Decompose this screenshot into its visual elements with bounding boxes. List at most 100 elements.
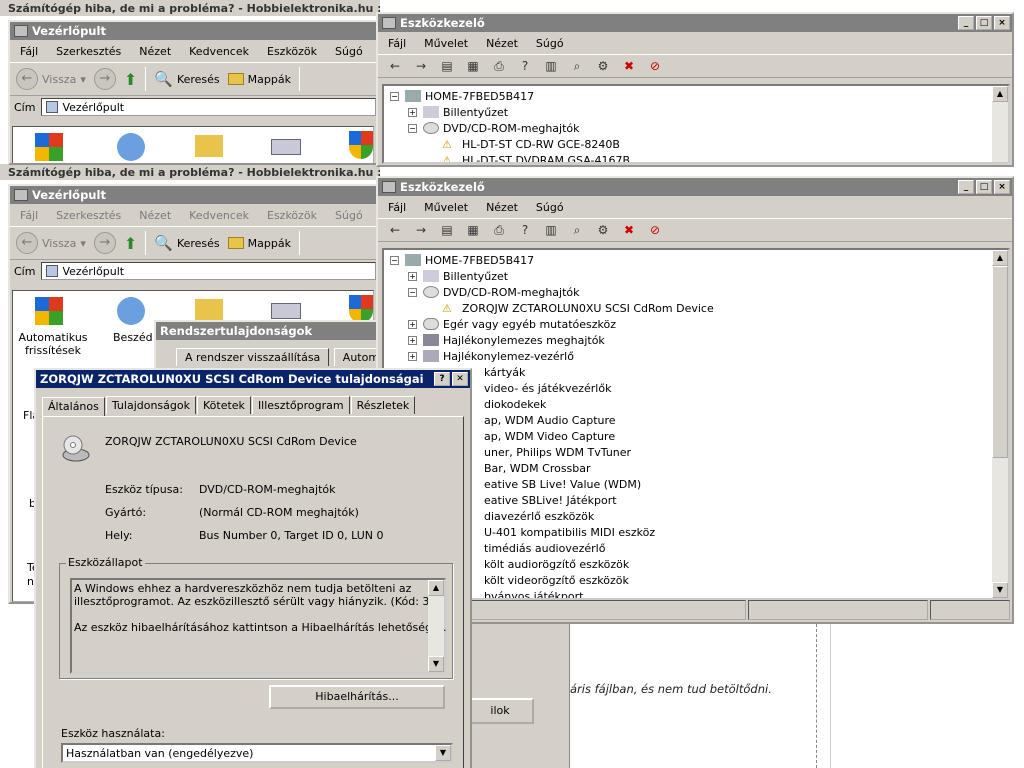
tab-driver[interactable]: Illesztőprogram [251, 396, 350, 414]
keyboard-icon[interactable] [271, 139, 301, 155]
disable-icon[interactable]: ⊘ [644, 57, 666, 75]
scan-hardware-icon[interactable]: ⌕ [566, 221, 588, 239]
menu-file[interactable]: Fájl [388, 37, 406, 50]
tree-item-midi[interactable]: U-401 kompatibilis MIDI eszköz [390, 524, 1008, 540]
tree-item-dvd[interactable]: − DVD/CD-ROM-meghajtók [390, 284, 1008, 300]
folders-button[interactable]: Mappák [248, 237, 291, 250]
windows-update-icon[interactable] [35, 297, 63, 325]
up-folder-icon[interactable]: ⬆ [124, 70, 137, 89]
tree-item-video-game[interactable]: video- és játékvezérlők [390, 380, 1008, 396]
menu-view[interactable]: Nézet [486, 201, 518, 214]
back-arrow-icon[interactable]: ← [16, 68, 38, 90]
forward-arrow-icon[interactable]: → [410, 221, 432, 239]
troubleshoot-button[interactable]: Hibaelhárítás... [269, 685, 445, 709]
menu-tools[interactable]: Eszközök [267, 209, 317, 222]
tab-details[interactable]: Részletek [350, 396, 416, 414]
maximize-button[interactable]: □ [976, 16, 992, 30]
device-usage-select[interactable]: Használatban van (engedélyezve) ▼ [61, 743, 453, 763]
print-icon[interactable]: ⎙ [488, 221, 510, 239]
windows-update-icon[interactable] [35, 133, 63, 161]
menu-file[interactable]: Fájl [20, 209, 38, 222]
view-icon[interactable]: ▥ [540, 57, 562, 75]
back-arrow-icon[interactable]: ← [384, 57, 406, 75]
tree-item-crossbar[interactable]: Bar, WDM Crossbar [390, 460, 1008, 476]
close-button[interactable]: × [994, 16, 1010, 30]
tree-item-std-gameport[interactable]: bványos játékport [390, 588, 1008, 599]
menu-help[interactable]: Súgó [335, 209, 363, 222]
close-button[interactable]: × [994, 180, 1010, 194]
maximize-button[interactable]: □ [976, 180, 992, 194]
speech-label[interactable]: Beszéd [113, 331, 153, 344]
back-arrow-icon[interactable]: ← [384, 221, 406, 239]
menu-help[interactable]: Súgó [335, 45, 363, 58]
tree-item-keyboard[interactable]: + Billentyűzet [390, 104, 1008, 120]
search-button[interactable]: Keresés [177, 73, 220, 86]
tree-scrollbar[interactable]: ▲ ▼ [992, 250, 1008, 598]
menu-view[interactable]: Nézet [139, 45, 171, 58]
back-button[interactable]: Vissza [42, 237, 76, 250]
tree-item-codecs[interactable]: diokodekek [390, 396, 1008, 412]
scroll-down-arrow-icon[interactable]: ▼ [428, 656, 444, 672]
close-button[interactable]: ✕ [452, 372, 468, 386]
tree-item-video-capture[interactable]: ap, WDM Video Capture [390, 428, 1008, 444]
menu-edit[interactable]: Szerkesztés [56, 209, 121, 222]
menu-help[interactable]: Súgó [536, 37, 564, 50]
folder-icon[interactable] [195, 299, 223, 321]
tree-item-media-controllers[interactable]: diavezérlő eszközök [390, 508, 1008, 524]
status-scrollbar[interactable]: ▲ ▼ [428, 580, 444, 672]
tree-item-cards[interactable]: kártyák [390, 364, 1008, 380]
menu-help[interactable]: Súgó [536, 201, 564, 214]
tree-item-cdrw[interactable]: ⚠ HL-DT-ST CD-RW GCE-8240B [390, 136, 1008, 152]
print-icon[interactable]: ⎙ [488, 57, 510, 75]
menu-file[interactable]: Fájl [20, 45, 38, 58]
menu-tools[interactable]: Eszközök [267, 45, 317, 58]
address-input[interactable]: Vezérlőpult [62, 101, 124, 114]
properties-icon[interactable]: ▦ [462, 221, 484, 239]
properties-icon[interactable]: ▦ [462, 57, 484, 75]
tree-item-floppy-drives[interactable]: + Hajlékonylemezes meghajtók [390, 332, 1008, 348]
tree-item-dvdram[interactable]: ⚠ HL-DT-ST DVDRAM GSA-4167B [390, 152, 1008, 163]
uninstall-icon[interactable]: ✖ [618, 57, 640, 75]
tree-scrollbar[interactable]: ▲ [992, 86, 1008, 162]
auto-update-label[interactable]: Automatikus frissítések [17, 331, 89, 357]
speech-icon[interactable] [117, 133, 145, 161]
address-input[interactable]: Vezérlőpult [62, 265, 124, 278]
security-shield-icon[interactable] [349, 295, 373, 323]
tree-item-computer[interactable]: − HOME-7FBED5B417 [390, 252, 1008, 268]
scroll-up-arrow-icon[interactable]: ▲ [428, 580, 444, 596]
menu-edit[interactable]: Szerkesztés [56, 45, 121, 58]
folder-icon[interactable] [195, 135, 223, 157]
help-icon[interactable]: ? [514, 221, 536, 239]
search-button[interactable]: Keresés [177, 237, 220, 250]
help-question-button[interactable]: ? [434, 372, 450, 386]
tree-item-sblive[interactable]: eative SB Live! Value (WDM) [390, 476, 1008, 492]
show-hide-tree-icon[interactable]: ▤ [436, 221, 458, 239]
menu-view[interactable]: Nézet [139, 209, 171, 222]
update-driver-icon[interactable]: ⚙ [592, 221, 614, 239]
forward-arrow-icon[interactable]: → [93, 68, 116, 90]
tree-item-legacy-audio[interactable]: költ audiorögzítő eszközök [390, 556, 1008, 572]
tree-item-multimedia-audio[interactable]: timédiás audiovezérlő [390, 540, 1008, 556]
menu-file[interactable]: Fájl [388, 201, 406, 214]
tree-item-legacy-video[interactable]: költ videorögzítő eszközök [390, 572, 1008, 588]
show-hide-tree-icon[interactable]: ▤ [436, 57, 458, 75]
menu-favorites[interactable]: Kedvencek [189, 209, 249, 222]
scrollbar-thumb[interactable] [992, 266, 1008, 458]
tree-item-gameport[interactable]: eative SBLive! Játékport [390, 492, 1008, 508]
keyboard-icon[interactable] [271, 303, 301, 319]
forward-arrow-icon[interactable]: → [410, 57, 432, 75]
disable-icon[interactable]: ⊘ [644, 221, 666, 239]
minimize-button[interactable]: _ [958, 180, 974, 194]
tab-properties[interactable]: Tulajdonságok [105, 396, 196, 414]
tree-item-cdrom-device[interactable]: ⚠ ZORQJW ZCTAROLUN0XU SCSI CdRom Device [390, 300, 1008, 316]
tab-automatic-updates[interactable]: Automati [333, 348, 376, 366]
tree-item-dvd[interactable]: − DVD/CD-ROM-meghajtók [390, 120, 1008, 136]
menu-action[interactable]: Művelet [424, 201, 468, 214]
speech-icon[interactable] [117, 297, 145, 325]
folders-button[interactable]: Mappák [248, 73, 291, 86]
menu-view[interactable]: Nézet [486, 37, 518, 50]
tree-item-computer[interactable]: − HOME-7FBED5B417 [390, 88, 1008, 104]
tab-volumes[interactable]: Kötetek [197, 396, 251, 414]
tree-item-floppy-controller[interactable]: + Hajlékonylemez-vezérlő [390, 348, 1008, 364]
scan-hardware-icon[interactable]: ⌕ [566, 57, 588, 75]
